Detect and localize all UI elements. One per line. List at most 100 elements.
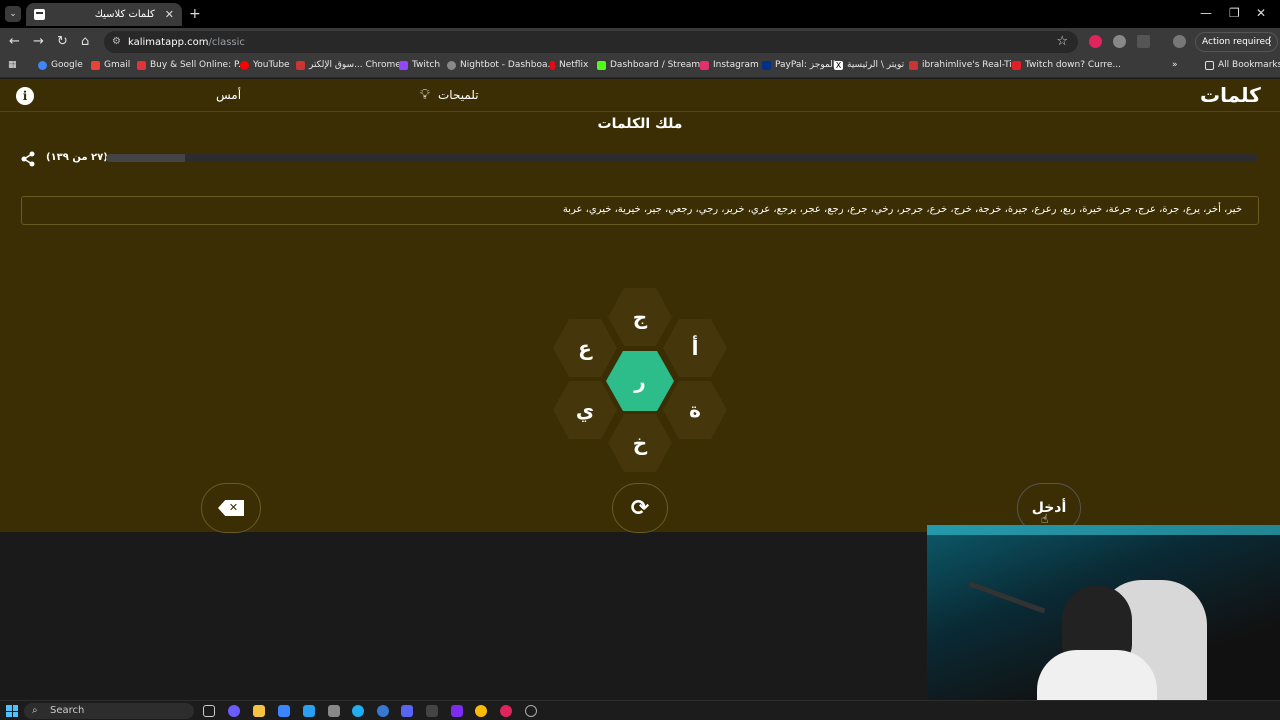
bookmark-favicon-icon: [38, 60, 47, 70]
twitch-icon: [399, 60, 408, 70]
shuffle-icon: ⟳: [630, 495, 650, 521]
start-button[interactable]: [6, 705, 18, 717]
lightbulb-icon[interactable]: 💡︎: [420, 87, 430, 103]
bookmark-item[interactable]: Google: [38, 60, 83, 70]
alert-icon: [1012, 60, 1021, 70]
stream-icon: [909, 60, 918, 70]
nightbot-icon: [447, 60, 456, 70]
game-app: i أمس تلميحات 💡︎ كلمات ملك الكلمات (٢٧ م…: [0, 79, 1280, 533]
letter-top[interactable]: ج: [608, 288, 672, 346]
copilot-icon[interactable]: [228, 705, 240, 717]
app-icon[interactable]: [451, 705, 463, 717]
store-icon: [296, 60, 305, 70]
extension-icon[interactable]: [1089, 35, 1102, 48]
bookmark-label: PayPal: الموجز: [775, 60, 836, 70]
taskbar-search[interactable]: ⌕ Search: [24, 703, 194, 719]
rank-title: ملك الكلمات: [597, 116, 683, 132]
bookmark-label: Gmail: [104, 60, 131, 70]
bookmark-item[interactable]: YouTube: [240, 60, 290, 70]
hints-link[interactable]: تلميحات: [438, 88, 479, 102]
bookmark-item[interactable]: X تويتر \ الرئيسية: [834, 60, 904, 70]
bookmark-label: Twitch: [412, 60, 441, 70]
bookmark-item[interactable]: سوق الإلكتر... Chrome: [296, 60, 401, 70]
bookmark-star-icon[interactable]: ☆: [1056, 34, 1068, 49]
profile-avatar[interactable]: [1173, 35, 1186, 48]
bookmarks-bar: ▦ Google Gmail Buy & Sell Online: P... Y…: [0, 56, 1280, 78]
app-icon[interactable]: [377, 705, 389, 717]
x-icon: X: [834, 60, 843, 70]
gmail-icon: [91, 60, 100, 70]
store-icon[interactable]: [278, 705, 290, 717]
edge-icon[interactable]: [352, 705, 364, 717]
folder-icon: [1205, 60, 1214, 70]
bookmark-item[interactable]: Twitch: [399, 60, 440, 70]
letter-top-left[interactable]: ع: [553, 319, 617, 377]
bookmark-item[interactable]: Buy & Sell Online: P...: [137, 60, 247, 70]
bookmark-label: Nightbot - Dashboa...: [460, 60, 557, 70]
reload-button[interactable]: ↻: [57, 34, 68, 49]
letter-top-right[interactable]: أ: [663, 319, 727, 377]
bookmark-label: ibrahimlive's Real-Ti...: [922, 60, 1021, 70]
share-icon[interactable]: [20, 151, 36, 171]
shuffle-button[interactable]: ⟳: [612, 483, 668, 533]
bookmark-item[interactable]: Dashboard / Stream...: [597, 60, 709, 70]
yesterday-link[interactable]: أمس: [216, 88, 241, 102]
bookmark-label: Google: [51, 60, 83, 70]
bookmark-item[interactable]: Gmail: [91, 60, 130, 70]
back-button[interactable]: ←: [9, 34, 20, 49]
found-words-list[interactable]: خير، أخر، يرع، جرة، عرج، جرعة، خيرة، ربع…: [21, 196, 1259, 225]
backspace-icon: ✕: [218, 500, 244, 516]
site-info-icon[interactable]: ⚙: [112, 36, 121, 47]
app-icon[interactable]: [426, 705, 438, 717]
taskbar-search-label: Search: [50, 705, 85, 716]
app-logo[interactable]: كلمات: [1200, 83, 1261, 107]
mouse-cursor-icon: ☝: [1041, 512, 1049, 526]
discord-icon[interactable]: [401, 705, 413, 717]
app-icon[interactable]: [500, 705, 512, 717]
delete-button[interactable]: ✕: [201, 483, 261, 533]
site-favicon-icon: [34, 9, 45, 20]
chrome-icon[interactable]: [475, 705, 487, 717]
address-toolbar: ← → ↻ ⌂ ⚙ kalimatapp.com/classic ☆ Actio…: [0, 28, 1280, 56]
letter-bottom[interactable]: خ: [608, 414, 672, 472]
youtube-icon: [240, 60, 249, 70]
bookmark-item[interactable]: Netflix: [550, 60, 588, 70]
search-icon: ⌕: [32, 705, 38, 716]
app-header: i أمس تلميحات 💡︎ كلمات: [0, 79, 1280, 112]
app-icon[interactable]: [303, 705, 315, 717]
window-close-button[interactable]: ✕: [1256, 6, 1266, 20]
url-bar[interactable]: ⚙ kalimatapp.com/classic ☆: [104, 31, 1078, 53]
bookmark-item[interactable]: ibrahimlive's Real-Ti...: [909, 60, 1020, 70]
app-icon[interactable]: [328, 705, 340, 717]
menu-kebab-icon[interactable]: ⋮: [1264, 34, 1276, 48]
mic-arm: [968, 581, 1046, 614]
extension-icon[interactable]: [1113, 35, 1126, 48]
tab-search-button[interactable]: ⌄: [5, 6, 21, 22]
file-explorer-icon[interactable]: [253, 705, 265, 717]
letter-bottom-right[interactable]: ة: [663, 381, 727, 439]
new-tab-button[interactable]: +: [189, 6, 201, 22]
home-button[interactable]: ⌂: [81, 34, 89, 49]
apps-grid-icon[interactable]: ▦: [8, 60, 17, 70]
letter-center[interactable]: ر: [606, 351, 674, 411]
forward-button[interactable]: →: [33, 34, 44, 49]
bookmark-item[interactable]: Instagram: [700, 60, 759, 70]
bookmark-item[interactable]: Twitch down? Curre...: [1012, 60, 1121, 70]
url-host: kalimatapp.com: [128, 36, 209, 48]
all-bookmarks-button[interactable]: All Bookmarks: [1205, 60, 1280, 70]
bookmark-item[interactable]: PayPal: الموجز: [762, 60, 835, 70]
restore-button[interactable]: ❐: [1229, 6, 1240, 20]
task-view-icon[interactable]: [203, 705, 215, 717]
more-bookmarks-icon[interactable]: »: [1172, 60, 1178, 70]
webcam-overlay: [927, 525, 1280, 720]
info-icon[interactable]: i: [16, 87, 34, 105]
progress-bar: [106, 154, 1258, 162]
bookmark-item[interactable]: Nightbot - Dashboa...: [447, 60, 556, 70]
browser-tab[interactable]: كلمات كلاسيك ✕: [26, 3, 182, 26]
extensions-puzzle-icon[interactable]: [1137, 35, 1150, 48]
letter-bottom-left[interactable]: ي: [553, 381, 617, 439]
kijiji-icon: [137, 60, 146, 70]
minimize-button[interactable]: —: [1200, 6, 1212, 20]
obs-icon[interactable]: [525, 705, 537, 717]
close-icon[interactable]: ✕: [165, 8, 174, 21]
